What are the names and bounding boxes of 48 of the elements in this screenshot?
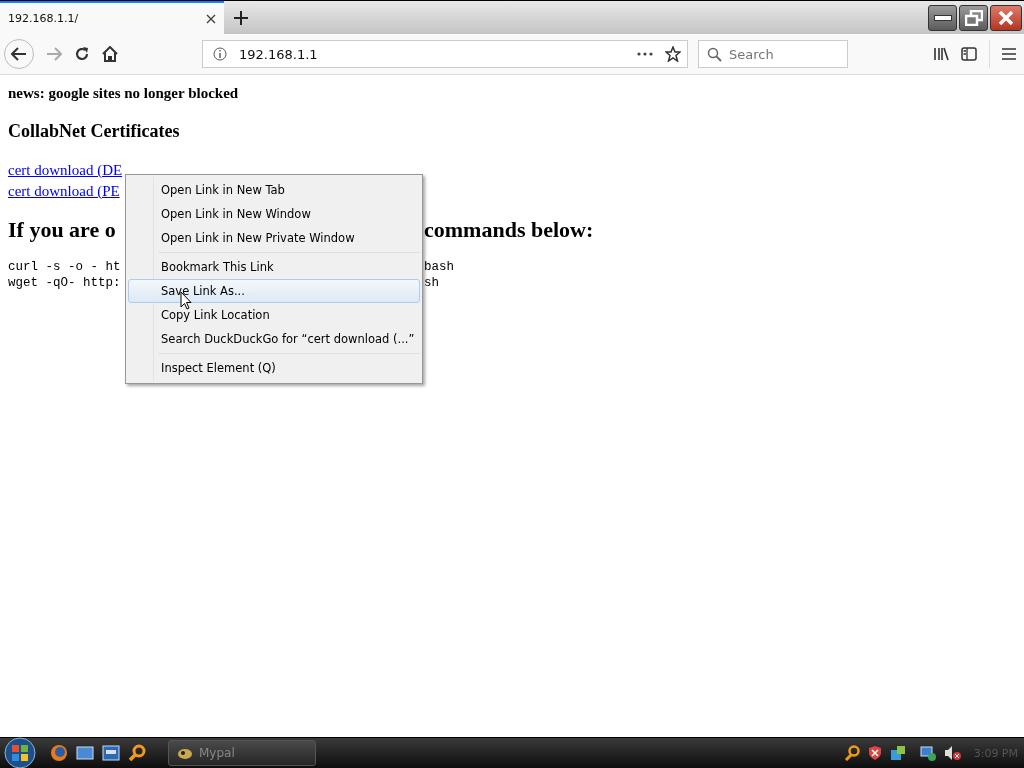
windows-switch-icon[interactable]: [102, 745, 120, 761]
instruction-heading: commands below:: [424, 217, 594, 243]
download-link[interactable]: cert download (DE: [8, 160, 123, 181]
close-button[interactable]: [990, 4, 1022, 31]
app-icon: [177, 746, 193, 760]
new-tab-icon[interactable]: [234, 10, 248, 25]
minimize-button[interactable]: [928, 4, 957, 31]
sidebar-icon[interactable]: [961, 47, 977, 61]
globe-icon[interactable]: [50, 744, 68, 762]
menu-item[interactable]: Search DuckDuckGo for “cert download (...”: [128, 327, 420, 351]
command-text: curl -s -o - ht: [8, 259, 121, 275]
address-bar[interactable]: 192.168.1.1: [202, 40, 688, 68]
download-link[interactable]: cert download (PE: [8, 181, 120, 202]
command-text: bash: [424, 259, 454, 275]
menu-item[interactable]: Bookmark This Link: [128, 255, 420, 279]
instruction-heading: If you are o: [8, 217, 116, 243]
shield-icon[interactable]: [867, 745, 882, 761]
menu-item[interactable]: Open Link in New Private Window: [128, 226, 420, 250]
network-icon[interactable]: [919, 745, 936, 761]
menu-item[interactable]: Save Link As...: [128, 279, 420, 303]
browser-tab[interactable]: 192.168.1.1/: [0, 1, 224, 34]
minimize-icon: [933, 14, 952, 21]
menu-item[interactable]: Copy Link Location: [128, 303, 420, 327]
network-icon[interactable]: [889, 745, 906, 761]
news-text: news: google sites no longer blocked: [8, 85, 240, 102]
command-text: sh: [424, 275, 439, 291]
desktop-icon[interactable]: [76, 745, 94, 761]
reload-icon[interactable]: [74, 46, 90, 62]
muted-speaker-icon[interactable]: [943, 745, 962, 761]
menu-icon[interactable]: [1002, 48, 1016, 60]
close-icon: [998, 10, 1014, 25]
menu-item[interactable]: Open Link in New Window: [128, 202, 420, 226]
section-heading: CollabNet Certificates: [8, 121, 181, 142]
command-text: wget -qO- http:: [8, 275, 121, 291]
search-field[interactable]: Search: [698, 40, 848, 68]
restore-icon: [964, 9, 983, 26]
close-icon[interactable]: [206, 13, 216, 24]
star-icon[interactable]: [665, 46, 681, 62]
menu-item[interactable]: Open Link in New Tab: [128, 178, 420, 202]
more-icon[interactable]: [637, 52, 653, 56]
search-icon[interactable]: [843, 745, 860, 761]
search-icon[interactable]: [128, 744, 146, 762]
menu-item[interactable]: Inspect Element (Q): [128, 356, 420, 380]
restore-button[interactable]: [959, 4, 988, 31]
library-icon[interactable]: [933, 47, 949, 61]
home-icon[interactable]: [102, 46, 118, 62]
info-icon[interactable]: [213, 47, 227, 61]
back-icon: [11, 47, 27, 61]
